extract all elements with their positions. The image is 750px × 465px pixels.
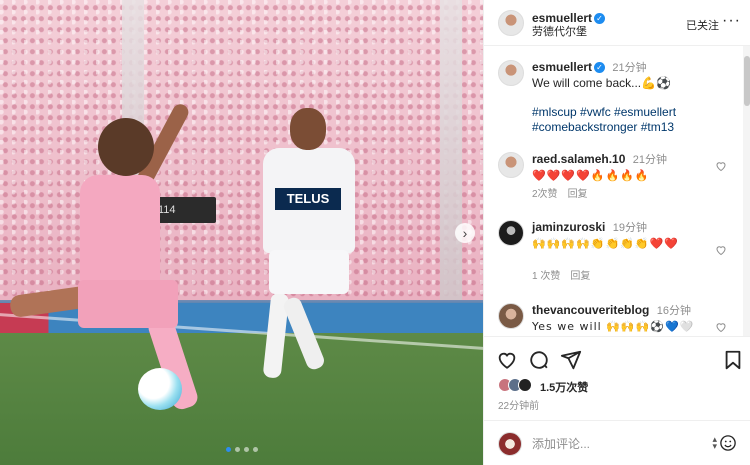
posted-time[interactable]: 22分钟前 xyxy=(498,397,539,412)
current-user-avatar[interactable] xyxy=(498,432,522,456)
stadium-stairs xyxy=(440,0,462,300)
author-avatar[interactable] xyxy=(498,60,524,86)
caption-text: We will come back...💪⚽ xyxy=(532,76,672,90)
like-count[interactable]: 1.5万次赞 xyxy=(540,379,588,395)
following-button[interactable]: 已关注 xyxy=(686,17,719,33)
post-detail-pane: esmuellert ✓ 劳德代尔堡 已关注 ··· esmuellert ✓ 21… xyxy=(483,0,750,465)
jersey-sponsor: TELUS xyxy=(275,188,341,210)
caption-time[interactable]: 21分钟 xyxy=(612,62,646,74)
commenter-username[interactable]: thevancouveriteblog xyxy=(532,303,649,317)
post-location[interactable]: 劳德代尔堡 xyxy=(532,25,605,39)
like-comment-heart-icon[interactable] xyxy=(715,160,727,172)
comment-bubble-icon[interactable] xyxy=(528,349,550,371)
like-comment-heart-icon[interactable] xyxy=(715,321,727,333)
like-heart-icon[interactable] xyxy=(496,349,518,371)
reply-button[interactable]: 回复 xyxy=(568,189,588,200)
commenter-username[interactable]: jaminzuroski xyxy=(532,220,605,234)
commenter-avatar[interactable] xyxy=(498,152,524,178)
scrollbar-thumb[interactable] xyxy=(744,56,750,106)
author-avatar[interactable] xyxy=(498,10,524,36)
comments-scrollbar[interactable] xyxy=(743,46,750,336)
comment-text: 🙌🙌🙌🙌👏👏👏👏❤️❤️ xyxy=(532,237,679,250)
comment-likes[interactable]: 2次赞 xyxy=(532,189,558,200)
comment-text: Yes we will 🙌🙌🙌⚽💙🤍 xyxy=(532,320,695,333)
comment-time: 19分钟 xyxy=(612,222,647,234)
comment-composer: ▴▾ xyxy=(484,420,750,465)
share-send-icon[interactable] xyxy=(560,349,582,371)
comment-likes[interactable]: 1 次赞 xyxy=(532,271,560,282)
player-pink-kit xyxy=(8,101,230,412)
carousel-dot[interactable] xyxy=(252,447,258,452)
verified-badge-icon: ✓ xyxy=(594,13,606,24)
commenter-avatar[interactable] xyxy=(498,220,524,246)
comments-list: esmuellert ✓ 21分钟 We will come back...💪⚽ … xyxy=(484,46,743,336)
comment-time: 16分钟 xyxy=(656,305,691,317)
save-bookmark-icon[interactable] xyxy=(722,349,744,371)
carousel-dot[interactable] xyxy=(234,447,240,452)
player-white-kit: TELUS xyxy=(245,108,375,398)
author-username[interactable]: esmuellert xyxy=(532,11,592,25)
carousel-dot[interactable] xyxy=(225,447,231,452)
caption-hashtags[interactable]: #comebackstronger #tm13 xyxy=(532,120,722,135)
commenter-username[interactable]: raed.salameh.10 xyxy=(532,152,625,166)
carousel-dot[interactable] xyxy=(243,447,249,452)
verified-badge-icon: ✓ xyxy=(594,62,606,73)
reply-button[interactable]: 回复 xyxy=(570,271,590,282)
caption-hashtags[interactable]: #mlscup #vwfc #esmuellert xyxy=(532,105,722,120)
like-comment-heart-icon[interactable] xyxy=(715,244,727,256)
expand-arrows-icon[interactable]: ▴ ▾ xyxy=(712,435,717,451)
comment-input[interactable] xyxy=(532,435,692,453)
comment-text: ❤️❤️❤️❤️🔥🔥🔥🔥 xyxy=(532,169,650,182)
soccer-ball xyxy=(138,368,182,410)
liker-avatar xyxy=(518,378,532,392)
more-options-icon[interactable]: ··· xyxy=(722,12,741,30)
comment-time: 21分钟 xyxy=(632,154,667,166)
post-header: esmuellert ✓ 劳德代尔堡 已关注 ··· xyxy=(484,0,750,46)
post-photo: 114 TELUS › xyxy=(0,0,483,465)
commenter-avatar[interactable] xyxy=(498,303,524,329)
carousel-next-button[interactable]: › xyxy=(455,223,475,243)
carousel-dots xyxy=(0,441,483,455)
caption-username[interactable]: esmuellert xyxy=(532,60,592,74)
emoji-smile-icon[interactable] xyxy=(719,434,737,452)
